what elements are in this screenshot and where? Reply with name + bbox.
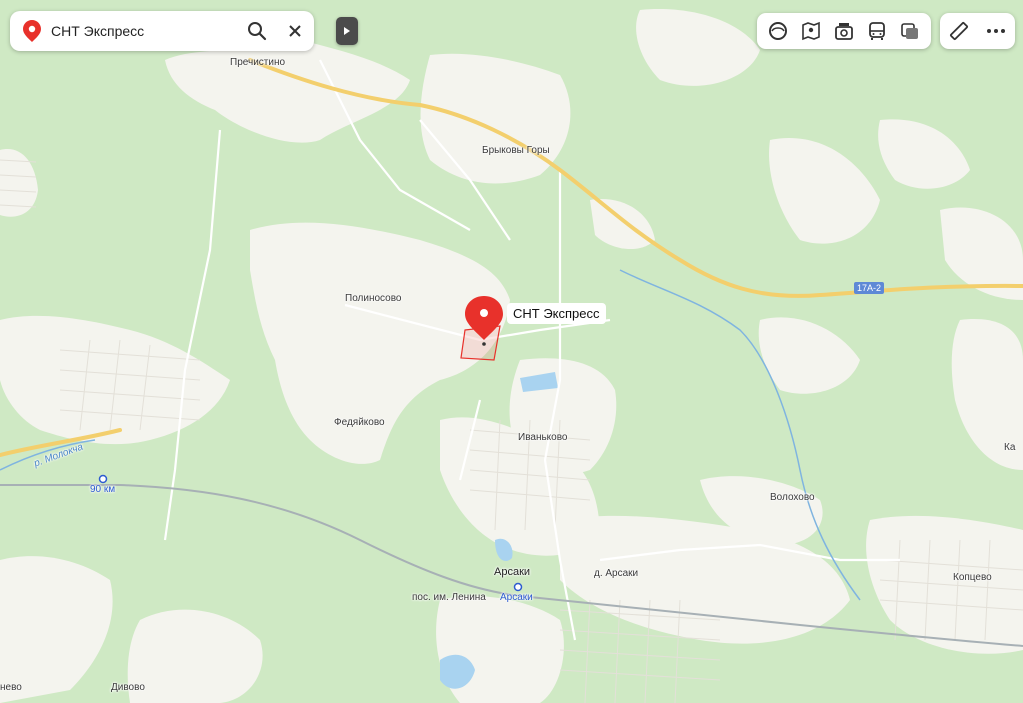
search-input[interactable]: СНТ Экспресс	[51, 23, 238, 39]
extra-tools	[940, 13, 1015, 49]
transport-map-icon	[801, 21, 820, 41]
selected-place-label[interactable]: СНТ Экспресс	[507, 303, 606, 324]
close-icon	[289, 25, 301, 37]
station-marker[interactable]	[513, 582, 523, 592]
search-box[interactable]: СНТ Экспресс	[10, 11, 314, 51]
panorama-button[interactable]	[829, 16, 859, 46]
place-label: Ка	[1004, 442, 1016, 453]
layers-icon	[768, 22, 787, 40]
transport-map-button[interactable]	[796, 16, 826, 46]
search-button[interactable]	[238, 12, 276, 50]
station-label: Арсаки	[500, 592, 533, 603]
place-label: нево	[0, 682, 22, 693]
layers-button[interactable]	[763, 16, 793, 46]
ruler-button[interactable]	[944, 16, 974, 46]
map-style-button[interactable]	[895, 16, 925, 46]
place-label: Полиносово	[345, 293, 402, 304]
ruler-icon	[949, 22, 968, 40]
map-layers-icon	[901, 23, 919, 39]
plot-center	[482, 342, 486, 346]
place-label: Федяйково	[334, 417, 385, 428]
place-label: д. Арсаки	[594, 568, 639, 579]
expand-panel-button[interactable]	[336, 17, 358, 45]
place-label: Арсаки	[494, 566, 531, 578]
search-icon	[248, 22, 267, 41]
transit-icon	[869, 22, 886, 40]
panorama-icon	[835, 23, 853, 40]
station-marker[interactable]	[98, 474, 108, 484]
place-label: Волохово	[770, 492, 815, 503]
more-icon	[987, 29, 1006, 33]
location-pin-icon	[23, 20, 41, 42]
place-label: Пречистино	[230, 57, 286, 68]
map-layers-toolbar	[757, 13, 931, 49]
clear-search-button[interactable]	[276, 12, 314, 50]
place-label: Дивово	[111, 682, 145, 693]
place-label: Брыковы Горы	[482, 145, 550, 156]
transit-button[interactable]	[862, 16, 892, 46]
station-label: 90 км	[90, 484, 116, 495]
more-button[interactable]	[981, 16, 1011, 46]
place-label: Иваньково	[518, 432, 568, 443]
place-label: пос. им. Ленина	[412, 592, 486, 603]
road-number-badge: 17А-2	[854, 282, 885, 294]
place-label: Копцево	[953, 572, 992, 583]
play-icon	[344, 27, 350, 35]
